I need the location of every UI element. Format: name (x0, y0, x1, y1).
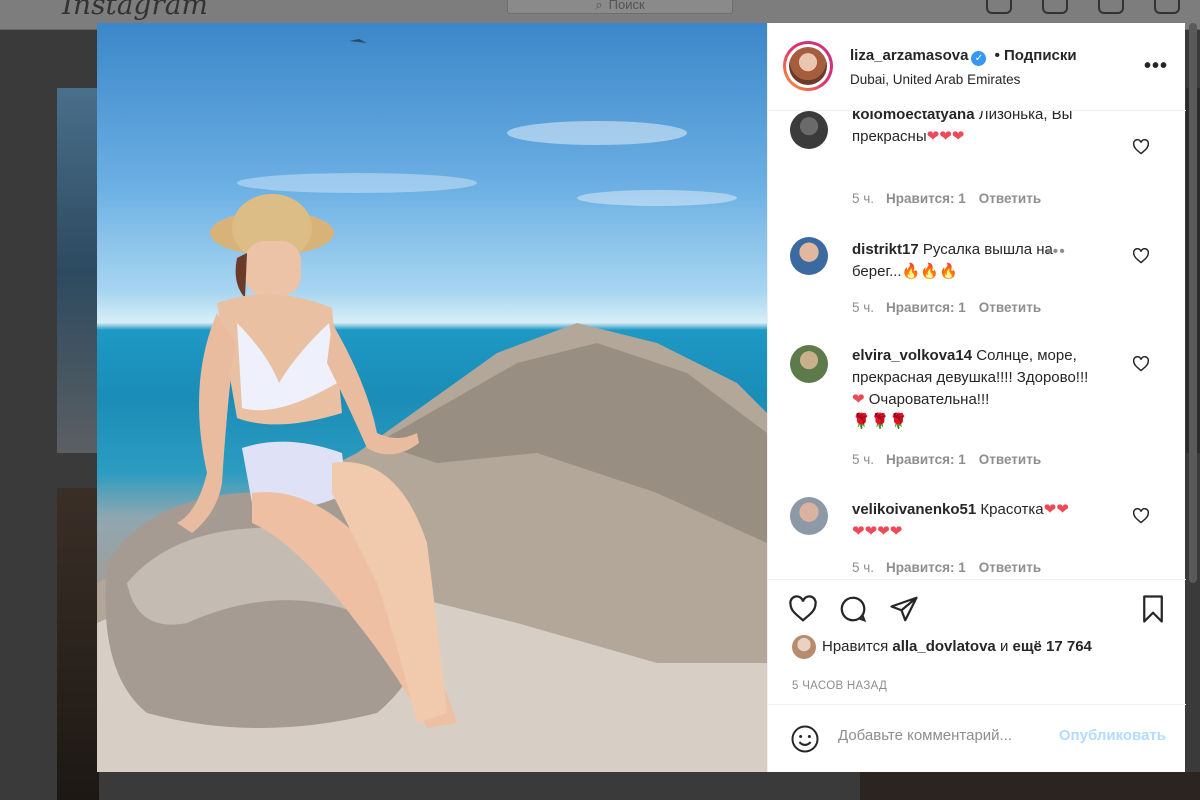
comment-meta: 5 ч. Нравится: 1 Ответить (852, 191, 1042, 206)
share-icon[interactable] (889, 594, 919, 624)
post-modal: liza_arzamasova ✓ • Подписки Dubai, Unite… (97, 23, 1186, 772)
comment-input[interactable]: Добавьте комментарий... (838, 727, 1048, 744)
comment-icon[interactable] (838, 594, 868, 624)
comment-likes-count[interactable]: Нравится: 1 (886, 191, 966, 206)
reply-button[interactable]: Ответить (979, 300, 1041, 315)
feed-tile[interactable] (57, 488, 99, 800)
reply-button[interactable]: Ответить (979, 191, 1041, 206)
more-options-icon[interactable]: ••• (1144, 55, 1168, 78)
feed-tile[interactable] (860, 772, 1200, 800)
comment-meta: 5 ч. Нравится: 1 Ответить (852, 300, 1042, 315)
reply-button[interactable]: Ответить (979, 452, 1041, 467)
post-actions: Нравится alla_dovlatova и ещё 17 764 5 Ч… (768, 579, 1186, 704)
page-scrollbar[interactable] (1186, 23, 1200, 583)
feed-tile[interactable] (460, 772, 840, 800)
like-comment-heart-icon[interactable] (1132, 508, 1150, 524)
commenter-avatar[interactable] (790, 111, 828, 149)
commenter-avatar[interactable] (790, 237, 828, 275)
comment-username[interactable]: distrikt17 (852, 241, 919, 258)
post-location[interactable]: Dubai, United Arab Emirates (850, 72, 1020, 87)
verified-badge-icon: ✓ (971, 51, 987, 66)
like-heart-icon[interactable] (788, 594, 818, 624)
publish-button[interactable]: Опубликовать (1059, 727, 1166, 744)
like-comment-heart-icon[interactable] (1132, 356, 1150, 372)
like-comment-heart-icon[interactable] (1132, 248, 1150, 264)
comment-likes-count[interactable]: Нравится: 1 (886, 300, 966, 315)
emoji-picker-icon[interactable] (790, 724, 820, 754)
likes-count[interactable]: ещё 17 764 (1013, 638, 1092, 655)
likes-summary: Нравится alla_dovlatova и ещё 17 764 (792, 635, 1092, 659)
comment-text: elvira_volkova14 Солнце, море, прекрасна… (852, 347, 1089, 430)
like-comment-heart-icon[interactable] (1132, 139, 1150, 155)
comment-username[interactable]: kolomoectatyana (852, 111, 975, 123)
comment-composer: Добавьте комментарий... Опубликовать (768, 704, 1186, 772)
author-line: liza_arzamasova ✓ • Подписки (850, 47, 1077, 66)
liker-username[interactable]: alla_dovlatova (892, 638, 995, 655)
activity-icon[interactable] (1154, 0, 1180, 14)
liker-avatar[interactable] (792, 635, 816, 659)
comment-text: velikoivanenko51 Красотка❤❤ ❤❤❤❤ (852, 501, 1069, 540)
feed-tile[interactable] (57, 88, 99, 453)
comments-list[interactable]: kolomoectatyana Лизонька, Вы прекрасны❤❤… (768, 111, 1186, 579)
commenter-avatar[interactable] (790, 345, 828, 383)
comment-text: kolomoectatyana Лизонька, Вы прекрасны❤❤… (852, 111, 1097, 148)
post-photo[interactable] (97, 23, 767, 772)
author-avatar[interactable] (783, 41, 833, 91)
comment-likes-count[interactable]: Нравится: 1 (886, 560, 966, 575)
following-label[interactable]: • Подписки (995, 47, 1077, 64)
explore-icon[interactable] (1098, 0, 1124, 14)
comment-username[interactable]: velikoivanenko51 (852, 501, 976, 518)
top-nav-icons (986, 0, 1180, 14)
comment-username[interactable]: elvira_volkova14 (852, 347, 972, 364)
instagram-logo[interactable]: Instagram (62, 0, 208, 21)
direct-icon[interactable] (1042, 0, 1068, 14)
commenter-avatar[interactable] (790, 497, 828, 535)
comment-more-icon[interactable]: ••• (1046, 243, 1066, 261)
post-timestamp[interactable]: 5 ЧАСОВ НАЗАД (792, 680, 887, 692)
comment-meta: 5 ч. Нравится: 1 Ответить (852, 452, 1042, 467)
post-header: liza_arzamasova ✓ • Подписки Dubai, Unite… (768, 23, 1186, 111)
comment-meta: 5 ч. Нравится: 1 Ответить (852, 560, 1042, 575)
author-username[interactable]: liza_arzamasova (850, 47, 968, 64)
save-bookmark-icon[interactable] (1138, 594, 1168, 624)
plane-icon (349, 39, 367, 43)
photo-scene (97, 39, 767, 772)
search-input[interactable]: ⌕ Поиск (507, 0, 733, 14)
home-icon[interactable] (986, 0, 1012, 14)
post-sidebar: liza_arzamasova ✓ • Подписки Dubai, Unite… (767, 23, 1186, 772)
comment-likes-count[interactable]: Нравится: 1 (886, 452, 966, 467)
reply-button[interactable]: Ответить (979, 560, 1041, 575)
